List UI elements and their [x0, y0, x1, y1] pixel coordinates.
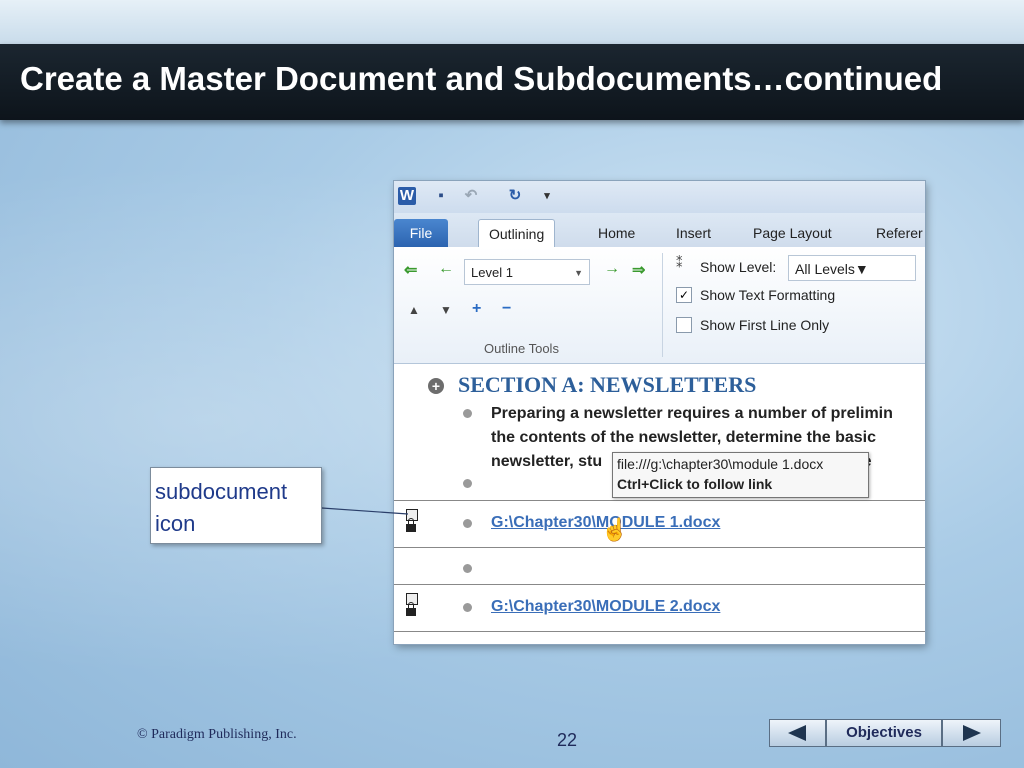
slide-nav: Objectives — [769, 719, 1001, 747]
objectives-button[interactable]: Objectives — [826, 719, 942, 747]
callout-line-1: subdocument — [155, 479, 288, 504]
page-number: 22 — [557, 730, 578, 750]
next-arrow-icon — [963, 725, 981, 741]
next-button[interactable] — [942, 719, 1001, 747]
previous-arrow-icon — [788, 725, 806, 741]
callout-connector — [321, 507, 409, 515]
previous-button[interactable] — [769, 719, 826, 747]
callout-box: subdocument icon — [150, 467, 322, 544]
copyright: © Paradigm Publishing, Inc. — [137, 727, 297, 742]
callout-line-2: icon — [155, 511, 196, 536]
